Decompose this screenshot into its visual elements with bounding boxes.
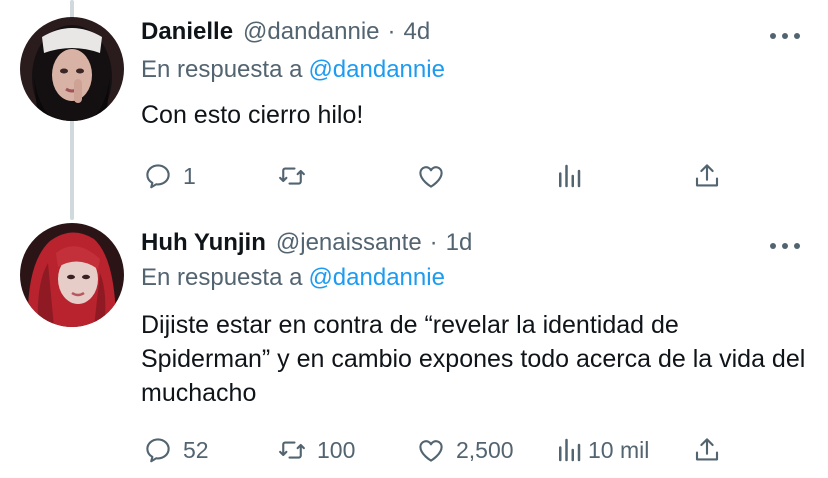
action-bar: 1 (141, 158, 741, 194)
share-button[interactable] (692, 158, 722, 194)
timestamp[interactable]: 4d (404, 18, 431, 46)
author-handle[interactable]: @jenaissante (276, 229, 422, 257)
like-icon (419, 440, 443, 462)
tweet-header: Huh Yunjin @jenaissante · 1d (141, 229, 472, 261)
reply-button[interactable]: 1 (143, 158, 196, 194)
separator: · (429, 229, 438, 256)
author-name[interactable]: Huh Yunjin (141, 229, 266, 257)
reply-context: En respuesta a @dandannie (141, 264, 445, 292)
reply-count: 1 (183, 162, 196, 189)
more-icon[interactable] (770, 236, 800, 256)
reply-mention-link[interactable]: @dandannie (308, 56, 444, 83)
tweet-text: Con esto cierro hilo! (141, 101, 364, 129)
retweet-icon (279, 441, 305, 459)
action-bar: 52 100 2,500 10 mil (141, 432, 741, 468)
author-name[interactable]: Danielle (141, 18, 233, 46)
like-button[interactable] (416, 158, 456, 194)
retweet-button[interactable] (277, 158, 317, 194)
share-icon (695, 438, 719, 461)
like-icon (419, 166, 443, 188)
share-icon (695, 164, 719, 187)
like-button[interactable]: 2,500 (416, 432, 514, 468)
reply-button[interactable]: 52 (143, 432, 209, 468)
retweet-count: 100 (317, 436, 356, 463)
avatar[interactable] (20, 17, 124, 121)
author-handle[interactable]: @dandannie (243, 18, 379, 46)
tweet[interactable]: Danielle @dandannie · 4d En respuesta a @… (0, 0, 828, 214)
tweet-header: Danielle @dandannie · 4d (141, 18, 430, 50)
separator: · (387, 18, 396, 45)
like-count: 2,500 (456, 436, 514, 463)
views-icon (559, 164, 581, 188)
tweet-text: Dijiste estar en contra de “revelar la i… (141, 311, 806, 407)
tweet[interactable]: Huh Yunjin @jenaissante · 1d En respuest… (0, 214, 828, 478)
reply-context: En respuesta a @dandannie (141, 56, 445, 84)
view-count: 10 mil (588, 436, 650, 463)
retweet-button[interactable]: 100 (277, 432, 355, 468)
more-icon[interactable] (770, 26, 800, 46)
views-button[interactable]: 10 mil (554, 432, 649, 468)
reply-prefix: En respuesta a (141, 56, 303, 83)
retweet-icon (279, 167, 305, 185)
share-button[interactable] (692, 432, 722, 468)
avatar[interactable] (20, 223, 124, 327)
timestamp[interactable]: 1d (446, 229, 473, 257)
reply-count: 52 (183, 436, 209, 463)
reply-mention-link[interactable]: @dandannie (308, 264, 444, 291)
reply-prefix: En respuesta a (141, 264, 303, 291)
reply-icon (146, 164, 170, 189)
views-icon (559, 438, 581, 462)
reply-icon (146, 438, 170, 463)
views-button[interactable] (554, 158, 594, 194)
